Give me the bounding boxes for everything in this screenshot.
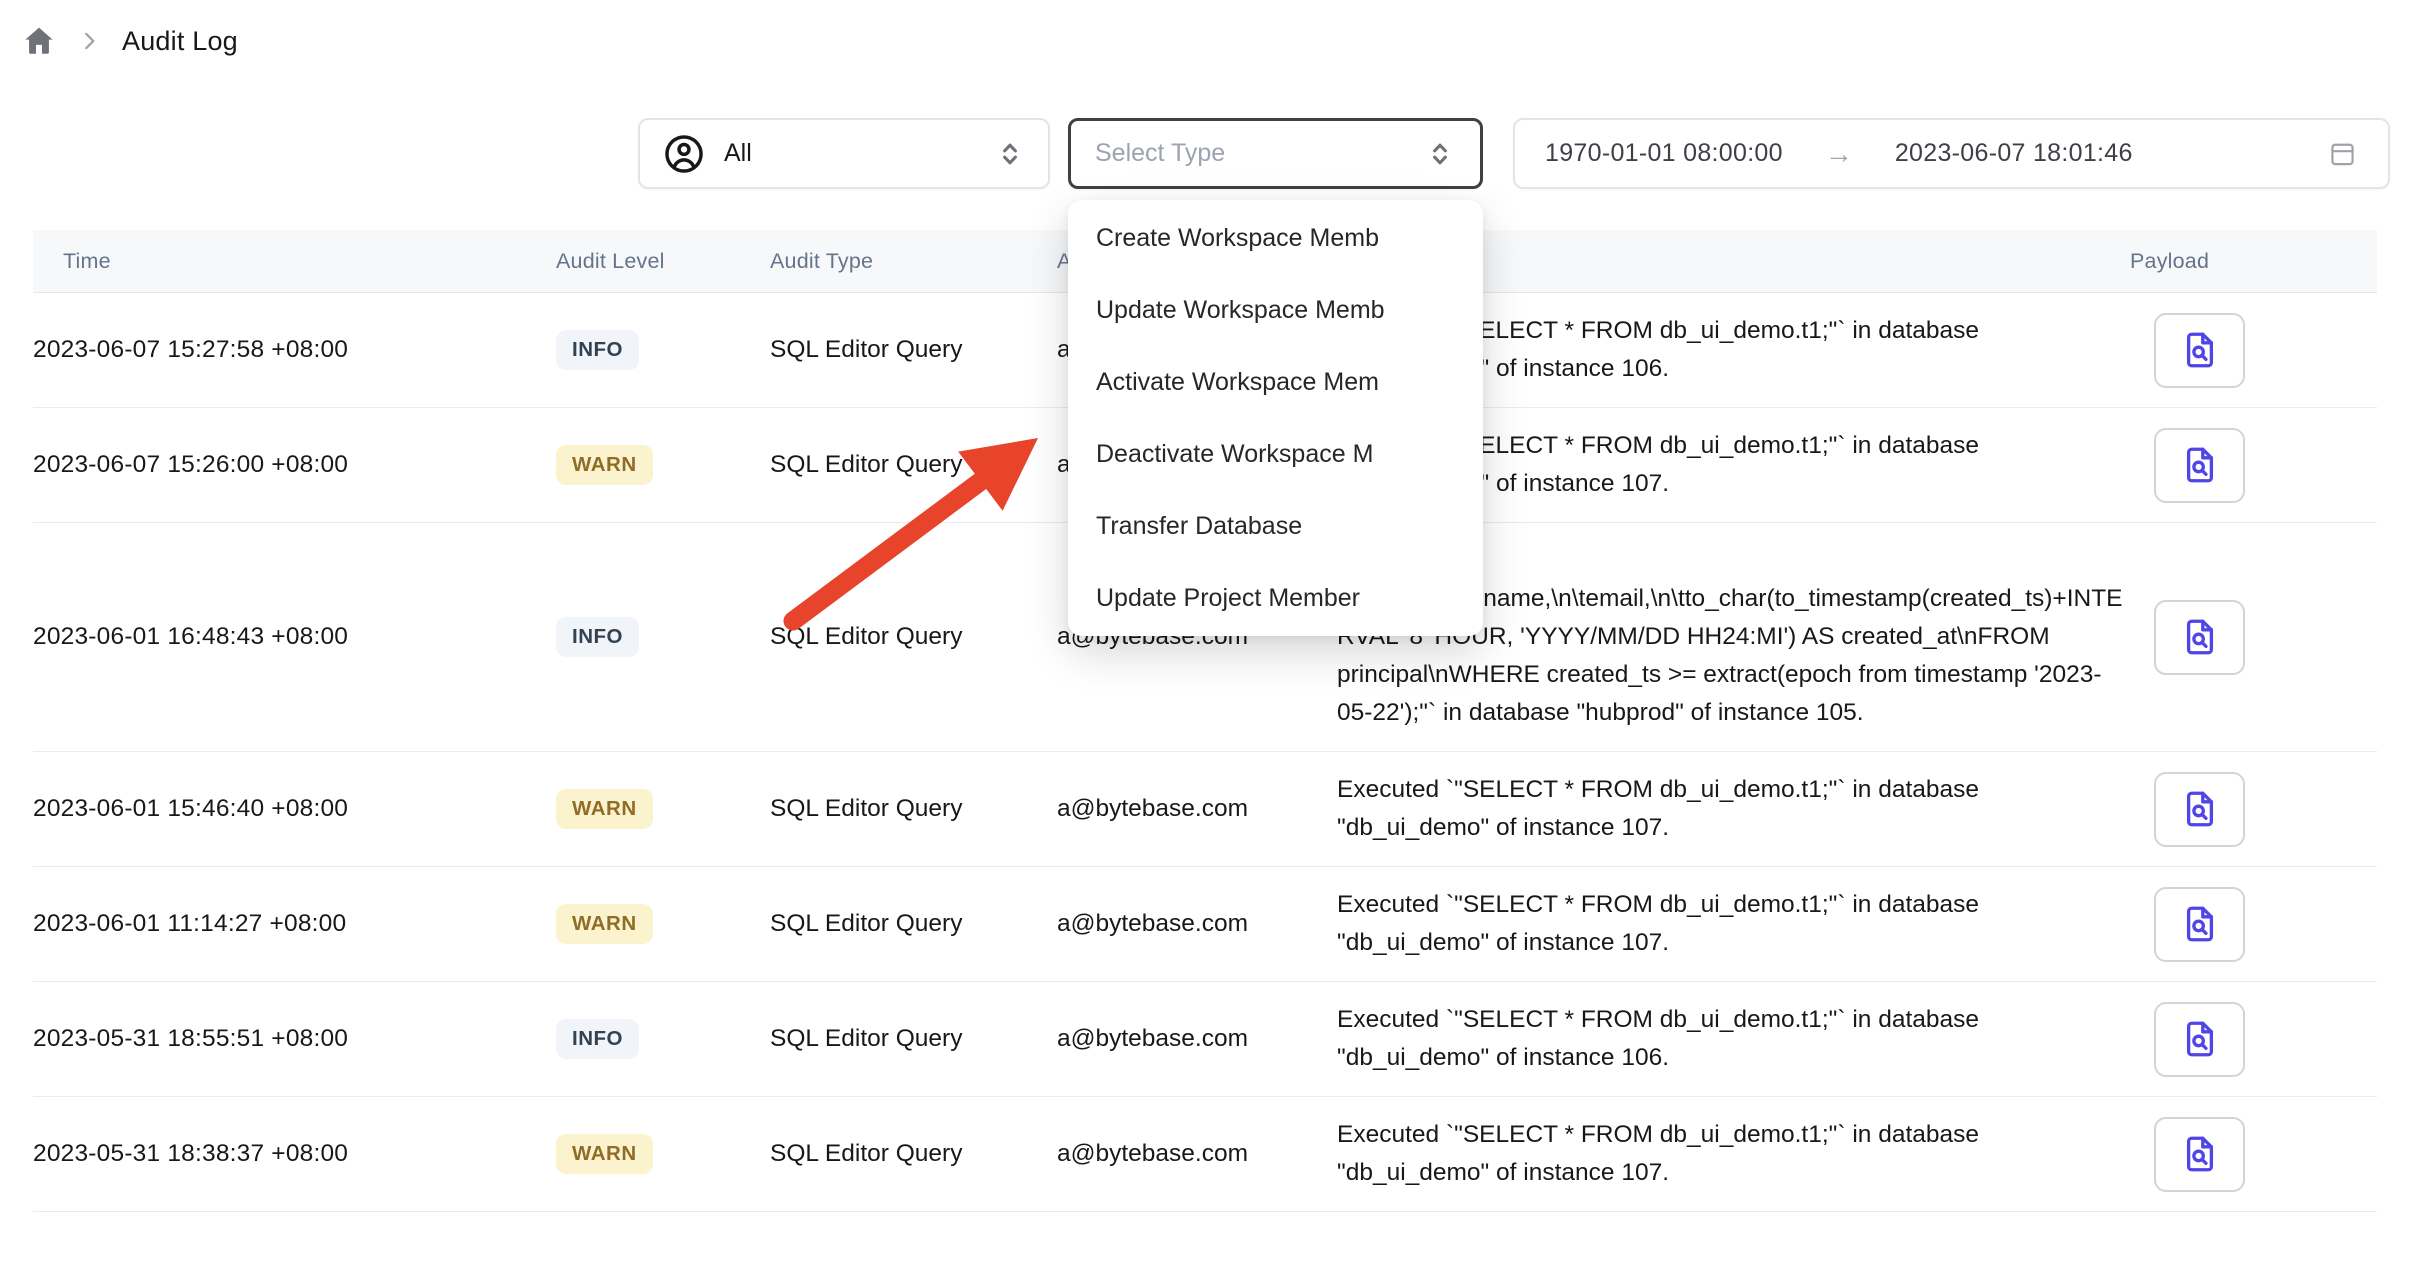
audit-time: 2023-06-01 16:48:43 +08:00 <box>33 623 348 650</box>
view-payload-button[interactable] <box>2154 600 2245 675</box>
table-row: 2023-05-31 18:55:51 +08:00 INFO SQL Edit… <box>33 982 2377 1097</box>
date-range-start[interactable]: 1970-01-01 08:00:00 <box>1545 139 1783 168</box>
selector-chevrons-icon <box>1424 138 1456 170</box>
view-payload-button[interactable] <box>2154 1117 2245 1192</box>
file-search-icon <box>2179 788 2221 830</box>
audit-time: 2023-05-31 18:55:51 +08:00 <box>33 1025 348 1052</box>
audit-actor: a@bytebase.com <box>1057 1140 1248 1167</box>
view-payload-button[interactable] <box>2154 772 2245 847</box>
page-title: Audit Log <box>122 26 238 57</box>
col-header-payload: Payload <box>2130 230 2377 293</box>
menu-item[interactable]: Update Project Member <box>1068 562 1483 634</box>
audit-comment: Executed `"SELECT * FROM db_ui_demo.t1;"… <box>1337 891 1979 956</box>
audit-actor: a@bytebase.com <box>1057 1025 1248 1052</box>
menu-item[interactable]: Deactivate Workspace M <box>1068 418 1483 490</box>
audit-type: SQL Editor Query <box>770 1025 962 1052</box>
audit-type: SQL Editor Query <box>770 623 962 650</box>
col-header-audit-level: Audit Level <box>556 230 770 293</box>
audit-type: SQL Editor Query <box>770 910 962 937</box>
date-range-end[interactable]: 2023-06-07 18:01:46 <box>1895 139 2133 168</box>
audit-time: 2023-06-07 15:27:58 +08:00 <box>33 336 348 363</box>
audit-type: SQL Editor Query <box>770 795 962 822</box>
file-search-icon <box>2179 329 2221 371</box>
breadcrumb: Audit Log <box>22 24 238 58</box>
table-row: 2023-05-31 18:38:37 +08:00 WARN SQL Edit… <box>33 1097 2377 1212</box>
audit-comment: Executed `"SELECT * FROM db_ui_demo.t1;"… <box>1337 776 1979 841</box>
audit-level-badge: INFO <box>556 1019 639 1059</box>
audit-level-badge: WARN <box>556 789 653 829</box>
selector-chevrons-icon <box>994 138 1026 170</box>
date-range-picker[interactable]: 1970-01-01 08:00:00 → 2023-06-07 18:01:4… <box>1513 118 2390 189</box>
view-payload-button[interactable] <box>2154 313 2245 388</box>
arrow-right-icon: → <box>1825 138 1853 170</box>
audit-comment: Executed `"SELECT * FROM db_ui_demo.t1;"… <box>1337 1121 1979 1186</box>
audit-time: 2023-05-31 18:38:37 +08:00 <box>33 1140 348 1167</box>
audit-level-badge: INFO <box>556 617 639 657</box>
view-payload-button[interactable] <box>2154 1002 2245 1077</box>
file-search-icon <box>2179 903 2221 945</box>
audit-time: 2023-06-07 15:26:00 +08:00 <box>33 451 348 478</box>
view-payload-button[interactable] <box>2154 887 2245 962</box>
actor-filter-value: All <box>724 139 752 168</box>
audit-actor: a@bytebase.com <box>1057 795 1248 822</box>
view-payload-button[interactable] <box>2154 428 2245 503</box>
audit-type: SQL Editor Query <box>770 451 962 478</box>
audit-level-badge: INFO <box>556 330 639 370</box>
menu-item[interactable]: Update Workspace Memb <box>1068 274 1483 346</box>
audit-type-filter-select[interactable]: Select Type <box>1068 118 1483 189</box>
home-icon[interactable] <box>22 24 56 58</box>
audit-type: SQL Editor Query <box>770 336 962 363</box>
col-header-time: Time <box>33 230 556 293</box>
audit-actor: a@bytebase.com <box>1057 910 1248 937</box>
file-search-icon <box>2179 1018 2221 1060</box>
actor-filter-select[interactable]: All <box>638 118 1050 189</box>
audit-comment: Executed `"SELECT * FROM db_ui_demo.t1;"… <box>1337 1006 1979 1071</box>
chevron-right-icon <box>76 28 102 54</box>
file-search-icon <box>2179 616 2221 658</box>
calendar-icon[interactable] <box>2327 138 2358 169</box>
col-header-audit-type: Audit Type <box>770 230 1057 293</box>
audit-level-badge: WARN <box>556 1134 653 1174</box>
type-filter-placeholder: Select Type <box>1095 139 1225 168</box>
menu-item[interactable]: Transfer Database <box>1068 490 1483 562</box>
audit-type-menu: Create Workspace MembUpdate Workspace Me… <box>1068 200 1483 636</box>
file-search-icon <box>2179 1133 2221 1175</box>
audit-time: 2023-06-01 15:46:40 +08:00 <box>33 795 348 822</box>
file-search-icon <box>2179 444 2221 486</box>
audit-type: SQL Editor Query <box>770 1140 962 1167</box>
audit-level-badge: WARN <box>556 445 653 485</box>
user-circle-icon <box>662 132 706 176</box>
audit-time: 2023-06-01 11:14:27 +08:00 <box>33 910 346 937</box>
table-row: 2023-06-01 15:46:40 +08:00 WARN SQL Edit… <box>33 752 2377 867</box>
menu-item[interactable]: Activate Workspace Mem <box>1068 346 1483 418</box>
table-row: 2023-06-01 11:14:27 +08:00 WARN SQL Edit… <box>33 867 2377 982</box>
audit-level-badge: WARN <box>556 904 653 944</box>
menu-item[interactable]: Create Workspace Memb <box>1068 202 1483 274</box>
